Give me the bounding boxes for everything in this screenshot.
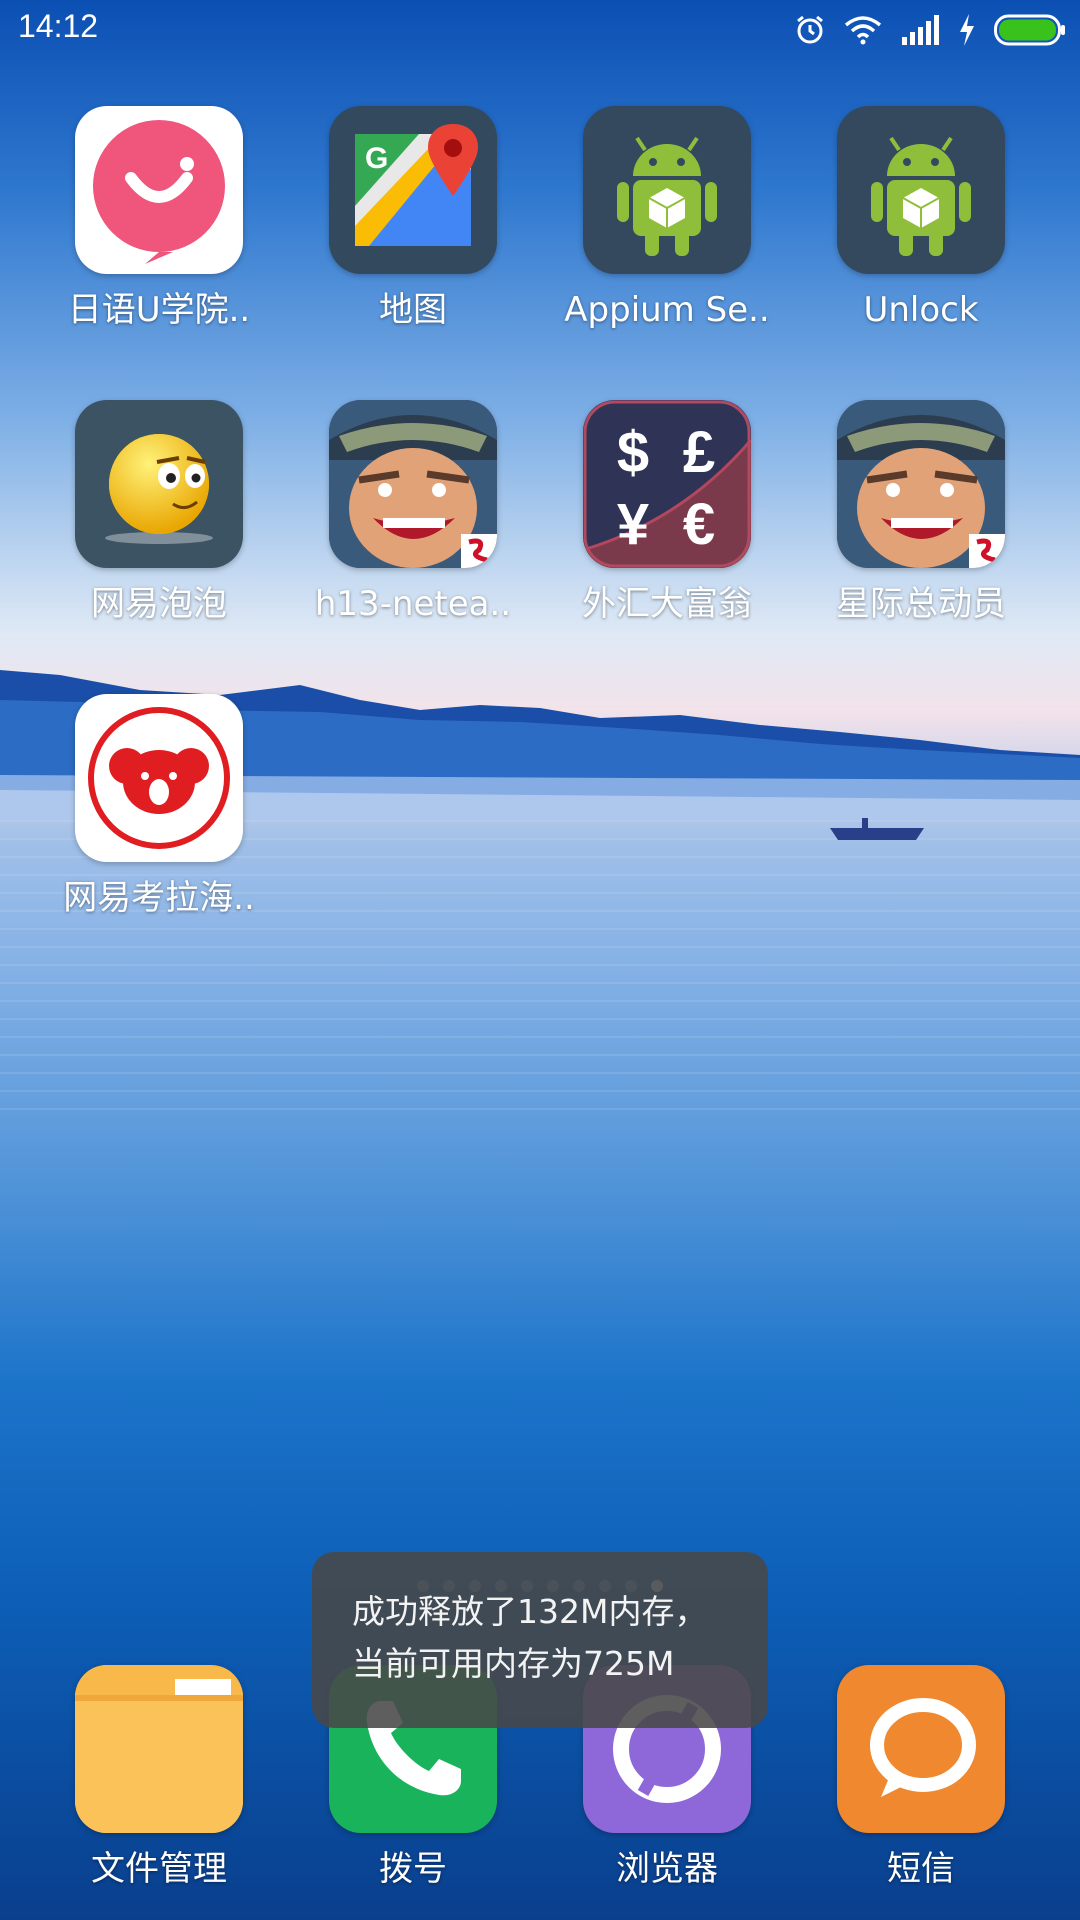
app-label: 拨号 [379,1849,447,1889]
koala-icon [75,694,243,862]
app-label: h13-netea.. [314,584,512,624]
app-appium-settings[interactable]: Appium Se.. [547,106,787,330]
app-star-mobilization[interactable]: 星际总动员 [801,400,1041,624]
app-forex-tycoon[interactable]: $ £ ¥ € 外汇大富翁 [547,400,787,624]
nihongo-u-icon [75,106,243,274]
app-netease-kaola[interactable]: 网易考拉海.. [39,694,279,918]
alarm-icon [797,15,823,44]
wifi-icon [844,16,882,45]
android-robot-icon [837,106,1005,274]
memory-cleaned-toast: 成功释放了132M内存， 当前可用内存为725M [312,1552,768,1728]
dock-messages[interactable]: 短信 [801,1665,1041,1889]
app-netease-popo[interactable]: 网易泡泡 [39,400,279,624]
android-robot-icon [583,106,751,274]
app-label: 日语U学院.. [67,290,251,330]
app-label: Appium Se.. [564,290,770,330]
folder-icon [75,1665,243,1833]
status-bar: 14:12 [0,0,1080,60]
game-hero-icon [329,400,497,568]
app-label: 外汇大富翁 [582,584,752,624]
boat-icon [830,818,924,840]
app-label: 浏览器 [616,1849,718,1889]
app-label: 网易泡泡 [91,584,227,624]
battery-icon [994,14,1065,46]
status-time: 14:12 [18,8,99,44]
app-label: 短信 [887,1849,955,1889]
app-label: 文件管理 [91,1849,227,1889]
pound-symbol: £ [683,420,715,485]
google-maps-icon: G [329,106,497,274]
toast-line-2: 当前可用内存为725M [352,1644,675,1683]
toast-line-1: 成功释放了132M内存， [352,1592,708,1631]
game-hero-icon [837,400,1005,568]
app-label: 地图 [379,290,447,330]
euro-symbol: € [683,492,715,557]
currency-icon: $ £ ¥ € [583,400,751,568]
maps-letter: G [365,142,388,175]
app-label: 网易考拉海.. [63,878,255,918]
app-label: Unlock [863,290,979,330]
app-maps[interactable]: G 地图 [293,106,533,330]
smiley-face-icon [75,400,243,568]
dollar-symbol: $ [617,420,649,485]
yen-symbol: ¥ [617,492,649,557]
dock-file-manager[interactable]: 文件管理 [39,1665,279,1889]
charging-icon [960,14,974,46]
app-h13-netease[interactable]: h13-netea.. [293,400,533,624]
app-nihongo-u[interactable]: 日语U学院.. [39,106,279,330]
signal-icon [902,15,939,45]
app-unlock[interactable]: Unlock [801,106,1041,330]
message-icon [837,1665,1005,1833]
app-label: 星际总动员 [836,584,1006,624]
